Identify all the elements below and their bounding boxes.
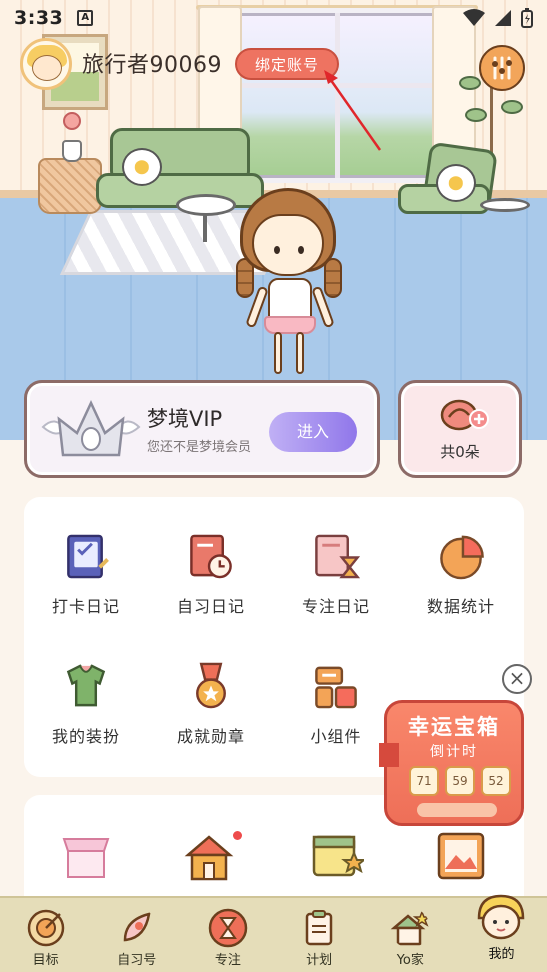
lucky-box-title: 幸运宝箱 <box>408 715 500 739</box>
my-outfit-label: 我的装扮 <box>51 727 120 746</box>
statistics-item[interactable]: 数据统计 <box>399 497 523 617</box>
focus-diary-label: 专注日记 <box>301 597 370 616</box>
countdown-minutes: 59 <box>445 766 475 796</box>
basket-table <box>38 158 102 214</box>
nav-mine-label: 我的 <box>488 947 515 962</box>
vip-enter-button[interactable]: 进入 <box>269 412 357 452</box>
vip-title: 梦境VIP <box>147 407 223 431</box>
checkin-diary-item[interactable]: 打卡日记 <box>24 497 148 617</box>
flower-count: 共0朵 <box>440 443 480 461</box>
sofa-flower-cushion <box>122 148 162 186</box>
nav-target-label: 目标 <box>32 953 59 968</box>
lucky-box-treasure <box>417 803 497 817</box>
countdown-seconds: 52 <box>481 766 511 796</box>
coffee-table-leg <box>203 214 207 242</box>
notification-a-icon: A <box>77 10 94 26</box>
profile-avatar-icon <box>478 894 525 940</box>
statistics-label: 数据统计 <box>426 597 495 616</box>
clipboard-icon <box>305 910 333 946</box>
nav-study-room-label: 自习号 <box>117 953 157 968</box>
widget-label: 小组件 <box>310 727 362 746</box>
username[interactable]: 旅行者90069 <box>82 47 222 79</box>
vip-subtitle: 您还不是梦境会员 <box>147 440 252 455</box>
lucky-box-subtitle: 倒计时 <box>430 744 478 760</box>
study-diary-label: 自习日记 <box>176 597 245 616</box>
rose <box>63 112 81 130</box>
checklist-book-icon <box>67 534 109 579</box>
study-diary-item[interactable]: 自习日记 <box>149 497 273 617</box>
nav-study-room[interactable]: 自习号 <box>91 898 182 972</box>
battery-icon <box>521 8 533 28</box>
nav-yo-home-label: Yo家 <box>396 953 424 968</box>
medal-icon <box>196 662 226 709</box>
my-outfit-item[interactable]: 我的装扮 <box>24 627 148 747</box>
checkin-diary-label: 打卡日记 <box>51 597 120 616</box>
hourglass-book-icon <box>315 534 360 579</box>
clock-book-icon <box>190 534 232 579</box>
vip-crown-icon <box>41 400 141 457</box>
side-table <box>480 198 530 212</box>
nav-plan[interactable]: 计划 <box>274 898 365 972</box>
widget-icon <box>315 666 357 709</box>
house-shop-icon[interactable] <box>184 831 234 883</box>
lucky-box[interactable]: 幸运宝箱 倒计时 71 59 52 <box>379 700 524 826</box>
calendar-star-icon[interactable] <box>310 831 364 881</box>
vip-card[interactable]: 梦境VIP 您还不是梦境会员 进入 <box>24 380 380 478</box>
house-icon <box>390 909 431 946</box>
achievement-medal-label: 成就勋章 <box>176 727 245 746</box>
target-icon <box>27 909 64 947</box>
bottom-navigation: 目标 自习号 专注 计划 Yo家 我的 <box>0 894 547 972</box>
focus-diary-item[interactable]: 专注日记 <box>274 497 398 617</box>
annotation-arrow <box>324 70 382 151</box>
countdown-hours: 71 <box>409 766 439 796</box>
signal-icon <box>495 10 511 26</box>
rocket-icon <box>123 912 151 942</box>
status-time: 3:33 <box>14 7 64 29</box>
outfit-icon <box>66 664 106 707</box>
hourglass-icon <box>208 908 248 948</box>
shop-icon[interactable] <box>62 835 110 881</box>
nav-focus[interactable]: 专注 <box>182 898 273 972</box>
nav-mine[interactable]: 我的 <box>456 894 547 972</box>
flower-pot <box>62 140 82 162</box>
settings-button[interactable] <box>479 45 525 91</box>
wifi-icon <box>463 9 485 26</box>
notification-dot <box>233 831 242 840</box>
nav-target[interactable]: 目标 <box>0 898 91 972</box>
photo-frame-icon[interactable] <box>436 831 486 881</box>
lucky-box-close-button[interactable]: × <box>502 664 532 694</box>
character-girl[interactable] <box>230 188 350 388</box>
sliders-icon <box>492 56 512 80</box>
armchair-flower-cushion <box>436 164 476 202</box>
flowers-card[interactable]: 共0朵 <box>398 380 522 478</box>
nav-plan-label: 计划 <box>306 953 333 968</box>
nav-yo-home[interactable]: Yo家 <box>365 898 456 972</box>
widget-item[interactable]: 小组件 <box>274 627 398 747</box>
status-bar: 3:33 A <box>0 0 547 36</box>
pie-chart-icon <box>440 535 484 580</box>
coffee-table <box>176 194 236 216</box>
nav-focus-label: 专注 <box>214 953 241 968</box>
user-avatar[interactable] <box>20 38 72 90</box>
achievement-medal-item[interactable]: 成就勋章 <box>149 627 273 747</box>
flower-collection-icon <box>440 399 489 431</box>
